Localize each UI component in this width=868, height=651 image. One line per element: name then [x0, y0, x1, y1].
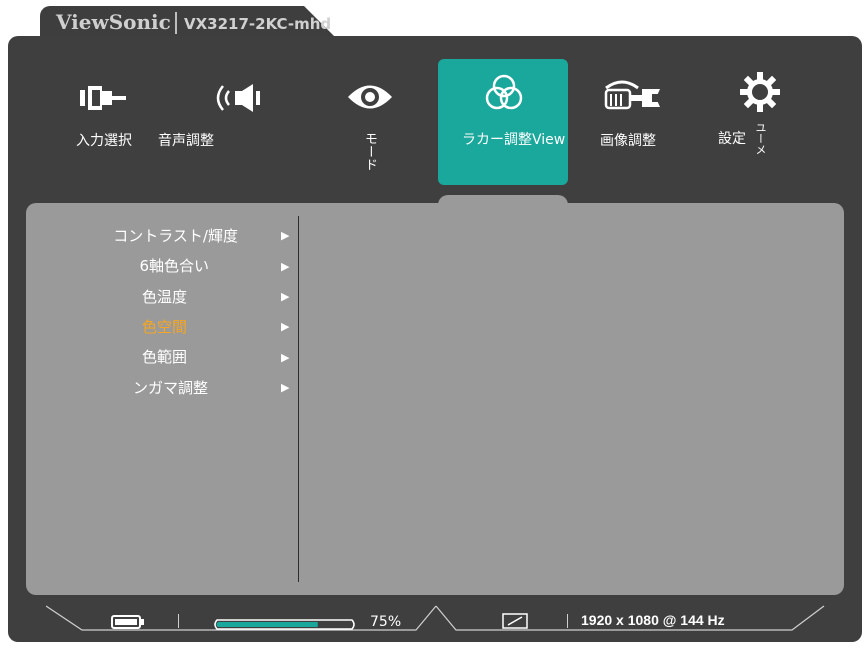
battery-icon: [111, 614, 145, 633]
menu-item-label: 音声調整: [158, 133, 214, 149]
resolution-text: 1920 x 1080 @ 144 Hz: [581, 612, 725, 628]
model-name: VX3217-2KC-mhd: [184, 15, 332, 33]
chevron-right-icon: ▶: [281, 229, 290, 242]
submenu-divider: [298, 216, 299, 582]
submenu-item-6-axis[interactable]: 6軸色合い: [139, 255, 209, 276]
eye-icon: [346, 80, 394, 118]
menu-item-label: モード: [362, 132, 377, 171]
image-adjust-icon: [602, 78, 666, 118]
submenu-item-color-space[interactable]: 色空間: [142, 316, 187, 337]
menu-item-label: 画像調整: [600, 133, 656, 149]
gear-icon: [740, 72, 780, 116]
menu-item-image-adjust[interactable]: 画像調整: [596, 76, 676, 156]
chevron-right-icon: ▶: [281, 381, 290, 394]
status-separator: [567, 614, 568, 628]
submenu-item-color-range[interactable]: 色範囲: [142, 346, 187, 367]
menu-item-audio[interactable]: 音声調整: [155, 76, 260, 156]
menu-item-label: ラカー調整View: [462, 132, 566, 148]
chevron-right-icon: ▶: [281, 320, 290, 333]
chevron-right-icon: ▶: [281, 351, 290, 364]
menu-item-input-select[interactable]: 入力選択: [70, 76, 150, 156]
menu-item-mode[interactable]: モード: [340, 76, 400, 176]
aspect-ratio-icon: [502, 613, 528, 633]
menu-item-color-adjust[interactable]: ラカー調整View: [438, 59, 568, 185]
chevron-right-icon: ▶: [281, 290, 290, 303]
audio-icon: [209, 82, 265, 118]
submenu-item-contrast-brightness[interactable]: コントラスト/輝度: [113, 225, 238, 246]
settings-label-main: 設定: [718, 131, 746, 147]
submenu-item-gamma[interactable]: ンガマ調整: [133, 377, 208, 398]
menu-item-label: 入力選択: [76, 133, 132, 149]
color-circles-icon: [484, 73, 524, 117]
volume-percent: 75%: [370, 614, 402, 630]
osd-frame: ViewSonic VX3217-2KC-mhd 入力選択 音声調整 モード ラ…: [0, 0, 868, 651]
menu-item-settings[interactable]: 設定 ユーメ: [712, 70, 802, 180]
brand-logo: ViewSonic: [56, 10, 171, 34]
input-select-icon: [80, 82, 126, 118]
submenu-item-color-temp[interactable]: 色温度: [142, 286, 187, 307]
settings-label-vertical: ユーメ: [754, 122, 767, 155]
chevron-right-icon: ▶: [281, 260, 290, 273]
volume-bar[interactable]: [212, 615, 357, 630]
status-separator: [178, 614, 179, 628]
brand-separator: [175, 12, 177, 34]
